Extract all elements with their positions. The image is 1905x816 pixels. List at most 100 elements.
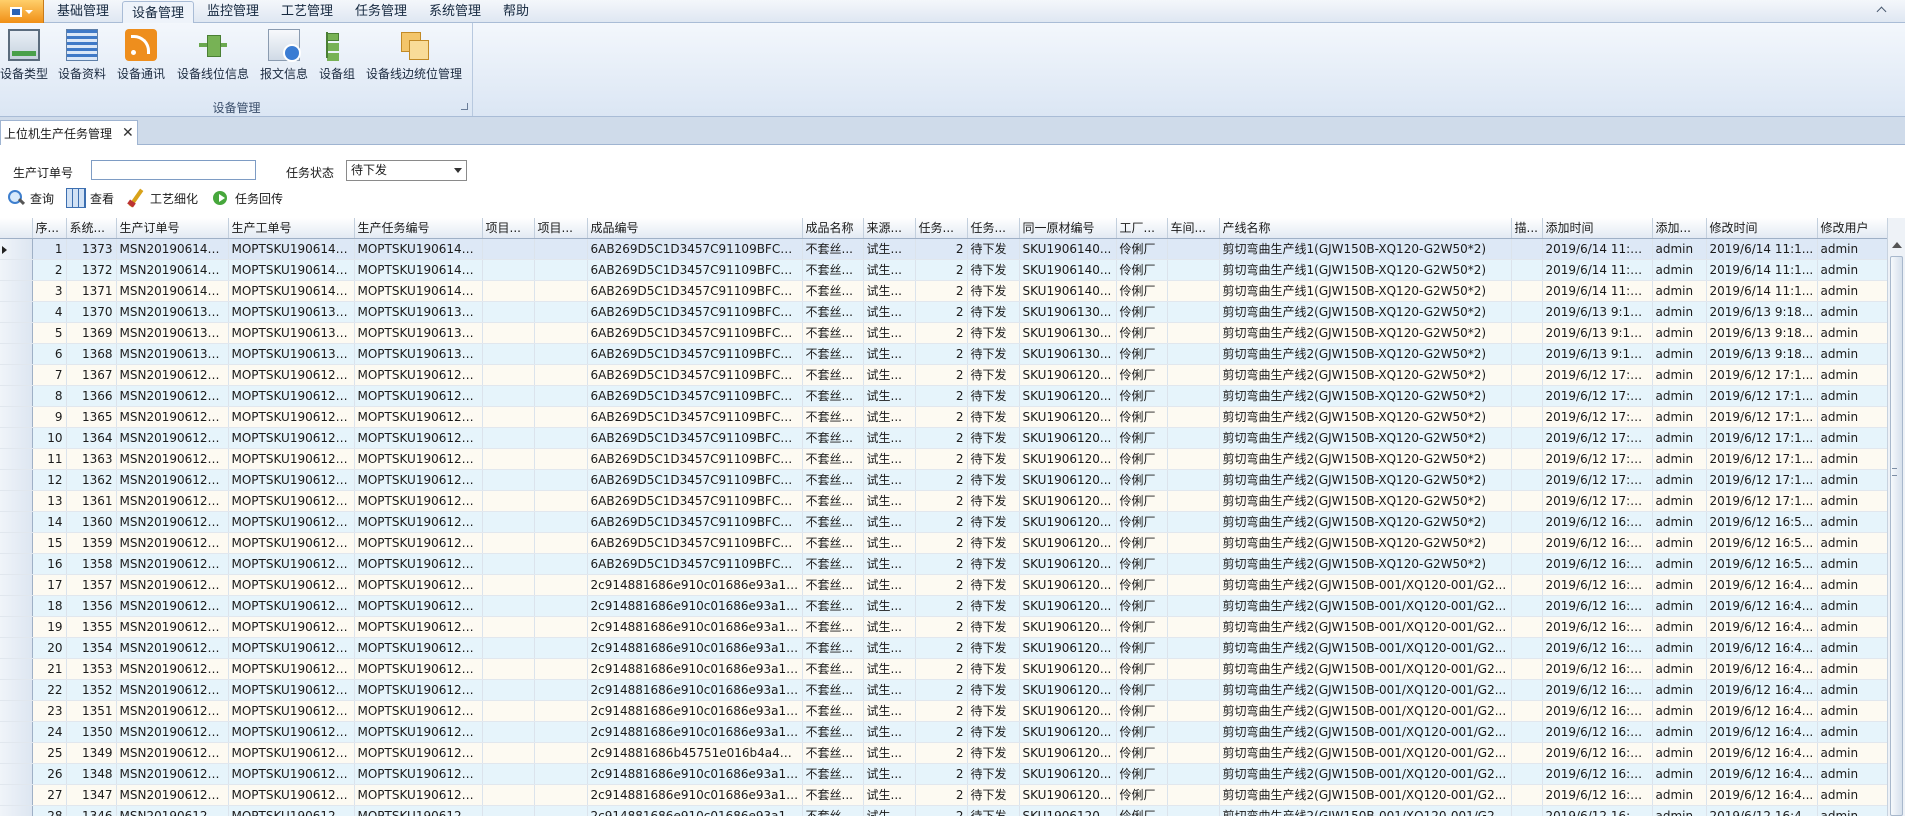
table-cell[interactable] bbox=[534, 427, 588, 449]
table-cell[interactable]: 剪切弯曲生产线2(GJW150B-XQ120-G2W50*2) bbox=[1219, 490, 1512, 512]
table-cell[interactable]: 待下发 bbox=[967, 364, 1020, 386]
table-cell[interactable]: MOPTSKU1906120... bbox=[354, 574, 483, 596]
table-cell[interactable]: 2019/6/12 16:5... bbox=[1542, 511, 1653, 533]
row-header[interactable] bbox=[0, 343, 33, 365]
table-cell[interactable]: 1352 bbox=[66, 679, 117, 701]
table-cell[interactable]: MOPTSKU1906130... bbox=[228, 343, 355, 365]
row-header[interactable] bbox=[0, 490, 33, 512]
table-cell[interactable]: admin bbox=[1817, 637, 1887, 659]
table-cell[interactable]: 2019/6/12 16:4... bbox=[1706, 763, 1818, 785]
table-cell[interactable] bbox=[1167, 805, 1220, 816]
table-cell[interactable] bbox=[482, 574, 535, 596]
table-cell[interactable] bbox=[1511, 343, 1543, 365]
table-cell[interactable]: 剪切弯曲生产线2(GJW150B-001/XQ120-001/G2... bbox=[1219, 805, 1512, 816]
row-header[interactable] bbox=[0, 595, 33, 617]
table-cell[interactable] bbox=[1511, 385, 1543, 407]
table-row[interactable]: 19 1355 MSN201906120... MOPTSKU1906120... MO… bbox=[0, 616, 1887, 638]
table-cell[interactable]: MSN201906140... bbox=[116, 280, 229, 302]
column-header[interactable]: 系统... bbox=[66, 218, 117, 239]
table-cell[interactable]: 1360 bbox=[66, 511, 117, 533]
device-info-button[interactable]: 设备资料 bbox=[58, 27, 106, 93]
table-cell[interactable]: 剪切弯曲生产线1(GJW150B-XQ120-G2W50*2) bbox=[1219, 259, 1512, 281]
table-cell[interactable]: 试生... bbox=[863, 721, 916, 743]
table-cell[interactable]: 剪切弯曲生产线2(GJW150B-XQ120-G2W50*2) bbox=[1219, 322, 1512, 344]
table-cell[interactable]: 1 bbox=[32, 238, 67, 260]
table-cell[interactable] bbox=[482, 637, 535, 659]
row-header[interactable] bbox=[0, 658, 33, 680]
table-cell[interactable]: MOPTSKU1906120... bbox=[228, 742, 355, 764]
table-cell[interactable]: MSN201906120... bbox=[116, 763, 229, 785]
table-cell[interactable]: 2019/6/12 16:4... bbox=[1706, 784, 1818, 806]
table-cell[interactable]: MSN201906120... bbox=[116, 553, 229, 575]
table-cell[interactable]: 2 bbox=[915, 616, 968, 638]
column-header[interactable]: 来源... bbox=[863, 218, 916, 239]
table-cell[interactable]: admin bbox=[1817, 427, 1887, 449]
table-cell[interactable]: 1362 bbox=[66, 469, 117, 491]
table-cell[interactable] bbox=[482, 553, 535, 575]
table-cell[interactable]: MOPTSKU1906120... bbox=[228, 532, 355, 554]
row-header[interactable] bbox=[0, 427, 33, 449]
table-cell[interactable]: 不套丝... bbox=[802, 553, 864, 575]
table-cell[interactable]: 剪切弯曲生产线2(GJW150B-XQ120-G2W50*2) bbox=[1219, 532, 1512, 554]
table-cell[interactable]: SKU1906120... bbox=[1019, 553, 1117, 575]
table-cell[interactable] bbox=[534, 784, 588, 806]
table-cell[interactable]: MOPTSKU1906120... bbox=[354, 427, 483, 449]
table-cell[interactable]: admin bbox=[1652, 637, 1707, 659]
table-cell[interactable]: 试生... bbox=[863, 784, 916, 806]
table-cell[interactable]: MSN201906120... bbox=[116, 469, 229, 491]
table-cell[interactable]: 不套丝... bbox=[802, 469, 864, 491]
column-header[interactable]: 成品名称 bbox=[802, 218, 864, 239]
table-cell[interactable]: MSN201906120... bbox=[116, 679, 229, 701]
table-cell[interactable]: 试生... bbox=[863, 616, 916, 638]
table-cell[interactable] bbox=[1511, 763, 1543, 785]
table-cell[interactable] bbox=[1167, 364, 1220, 386]
table-cell[interactable] bbox=[482, 805, 535, 816]
table-cell[interactable] bbox=[482, 742, 535, 764]
table-cell[interactable]: 24 bbox=[32, 721, 67, 743]
table-cell[interactable]: 2019/6/12 16:4... bbox=[1542, 637, 1653, 659]
table-cell[interactable]: 4 bbox=[32, 301, 67, 323]
table-cell[interactable] bbox=[1167, 385, 1220, 407]
table-cell[interactable]: MOPTSKU1906120... bbox=[354, 763, 483, 785]
table-cell[interactable]: 试生... bbox=[863, 511, 916, 533]
table-cell[interactable]: 2019/6/12 17:1... bbox=[1542, 385, 1653, 407]
tab-device-management[interactable]: 设备管理 bbox=[122, 1, 194, 24]
row-header[interactable] bbox=[0, 364, 33, 386]
table-cell[interactable]: 待下发 bbox=[967, 322, 1020, 344]
table-cell[interactable]: MOPTSKU1906120... bbox=[228, 805, 355, 816]
dialog-launcher-icon[interactable] bbox=[461, 103, 468, 110]
table-row[interactable]: 16 1358 MSN201906120... MOPTSKU1906120... MO… bbox=[0, 553, 1887, 575]
table-cell[interactable]: 2019/6/12 16:4... bbox=[1542, 658, 1653, 680]
table-cell[interactable]: 试生... bbox=[863, 658, 916, 680]
row-header[interactable] bbox=[0, 301, 33, 323]
table-cell[interactable]: 19 bbox=[32, 616, 67, 638]
table-cell[interactable]: 不套丝... bbox=[802, 511, 864, 533]
table-cell[interactable]: admin bbox=[1652, 406, 1707, 428]
table-cell[interactable]: 伶俐厂 bbox=[1116, 385, 1168, 407]
table-cell[interactable]: 1347 bbox=[66, 784, 117, 806]
table-cell[interactable]: 剪切弯曲生产线2(GJW150B-XQ120-G2W50*2) bbox=[1219, 427, 1512, 449]
table-cell[interactable]: 不套丝... bbox=[802, 742, 864, 764]
table-cell[interactable]: 试生... bbox=[863, 364, 916, 386]
table-cell[interactable] bbox=[534, 469, 588, 491]
table-cell[interactable]: 2019/6/12 16:4... bbox=[1706, 700, 1818, 722]
table-cell[interactable]: 不套丝... bbox=[802, 406, 864, 428]
table-cell[interactable]: 2019/6/12 17:1... bbox=[1706, 406, 1818, 428]
table-cell[interactable]: admin bbox=[1817, 448, 1887, 470]
table-cell[interactable]: SKU1906120... bbox=[1019, 616, 1117, 638]
row-header[interactable] bbox=[0, 322, 33, 344]
column-header[interactable]: 项目... bbox=[534, 218, 588, 239]
table-cell[interactable] bbox=[534, 805, 588, 816]
table-cell[interactable]: MOPTSKU1906140... bbox=[354, 259, 483, 281]
table-cell[interactable]: admin bbox=[1817, 364, 1887, 386]
table-row[interactable]: 10 1364 MSN201906120... MOPTSKU1906120... MO… bbox=[0, 427, 1887, 449]
table-row[interactable]: 6 1368 MSN201906130... MOPTSKU1906130... MOP… bbox=[0, 343, 1887, 365]
table-cell[interactable]: 待下发 bbox=[967, 553, 1020, 575]
table-cell[interactable]: SKU1906120... bbox=[1019, 364, 1117, 386]
table-cell[interactable] bbox=[534, 553, 588, 575]
table-cell[interactable]: MOPTSKU1906120... bbox=[228, 574, 355, 596]
table-row[interactable]: 22 1352 MSN201906120... MOPTSKU1906120... MO… bbox=[0, 679, 1887, 701]
table-cell[interactable]: 不套丝... bbox=[802, 322, 864, 344]
table-cell[interactable]: 试生... bbox=[863, 553, 916, 575]
table-cell[interactable]: admin bbox=[1817, 406, 1887, 428]
